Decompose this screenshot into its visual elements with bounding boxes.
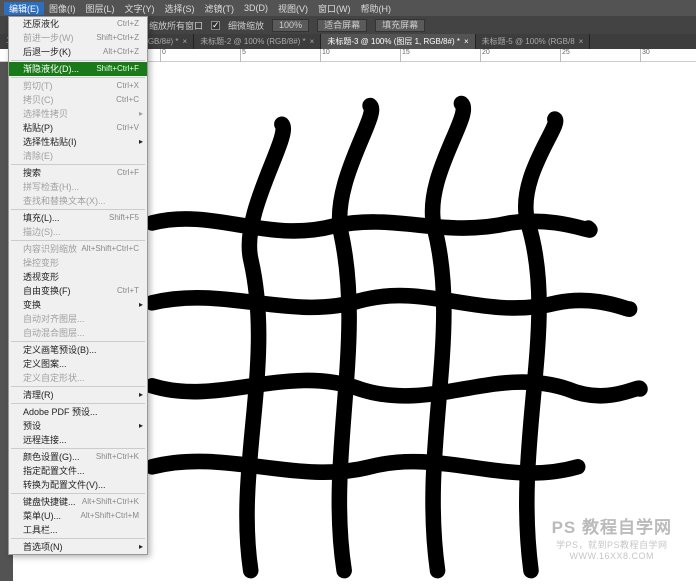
ruler-mark: 20 [480,49,490,62]
checkbox-scrubby-zoom[interactable] [211,21,220,30]
menu-item: 操控变形 [9,256,147,270]
menu-item[interactable]: 渐隐液化(D)...Shift+Ctrl+F [9,62,147,76]
menu-item[interactable]: 清理(R) [9,388,147,402]
menu-item[interactable]: 工具栏... [9,523,147,537]
close-icon[interactable]: × [183,37,188,46]
menu-item: 描边(S)... [9,225,147,239]
ruler-mark: 25 [560,49,570,62]
menu-item[interactable]: 搜索Ctrl+F [9,166,147,180]
ruler-mark: 15 [400,49,410,62]
menu-2[interactable]: 图层(L) [81,2,120,15]
menu-item: 查找和替换文本(X)... [9,194,147,208]
fill-screen-button[interactable]: 填充屏幕 [375,19,425,32]
menu-5[interactable]: 滤镜(T) [200,2,240,15]
menu-item[interactable]: 远程连接... [9,433,147,447]
menu-item[interactable]: 菜单(U)...Alt+Shift+Ctrl+M [9,509,147,523]
menu-item[interactable]: 透视变形 [9,270,147,284]
menu-4[interactable]: 选择(S) [160,2,200,15]
zoom-100-button[interactable]: 100% [272,19,309,32]
ruler-mark: 30 [640,49,650,62]
ruler-mark: 5 [240,49,246,62]
menu-item: 清除(E) [9,149,147,163]
menu-0[interactable]: 编辑(E) [4,2,44,15]
menu-item[interactable]: 自由变换(F)Ctrl+T [9,284,147,298]
menu-item: 选择性拷贝 [9,107,147,121]
menu-item[interactable]: Adobe PDF 预设... [9,405,147,419]
menu-item: 内容识别缩放Alt+Shift+Ctrl+C [9,242,147,256]
fit-screen-button[interactable]: 适合屏幕 [317,19,367,32]
menu-item[interactable]: 颜色设置(G)...Shift+Ctrl+K [9,450,147,464]
menu-item[interactable]: 填充(L)...Shift+F5 [9,211,147,225]
menu-item: 自动对齐图层... [9,312,147,326]
menu-3[interactable]: 文字(Y) [120,2,160,15]
document-tab[interactable]: 未标题-3 @ 100% (图层 1, RGB/8#) *× [321,34,475,49]
menu-item[interactable]: 粘贴(P)Ctrl+V [9,121,147,135]
menu-item[interactable]: 首选项(N) [9,540,147,554]
watermark-sub: 学PS，就到PS教程自学网 [552,538,672,551]
menu-item[interactable]: 还原液化Ctrl+Z [9,17,147,31]
menu-item[interactable]: 转换为配置文件(V)... [9,478,147,492]
watermark: PS 教程自学网 学PS，就到PS教程自学网 WWW.16XX8.COM [552,513,672,561]
menu-item[interactable]: 预设 [9,419,147,433]
ruler-mark: 0 [160,49,166,62]
menu-item[interactable]: 指定配置文件... [9,464,147,478]
menu-9[interactable]: 帮助(H) [356,2,397,15]
edit-menu-dropdown: 还原液化Ctrl+Z前进一步(W)Shift+Ctrl+Z后退一步(K)Alt+… [8,16,148,555]
menu-7[interactable]: 视图(V) [273,2,313,15]
menu-item: 拷贝(C)Ctrl+C [9,93,147,107]
ruler-mark: 10 [320,49,330,62]
menu-8[interactable]: 窗口(W) [313,2,356,15]
menu-item: 剪切(T)Ctrl+X [9,79,147,93]
canvas-area[interactable] [148,62,696,581]
menu-item[interactable]: 键盘快捷键...Alt+Shift+Ctrl+K [9,495,147,509]
menu-item: 拼写检查(H)... [9,180,147,194]
opt-zoom-all: 缩放所有窗口 [149,19,203,32]
menu-bar: 编辑(E)图像(I)图层(L)文字(Y)选择(S)滤镜(T)3D(D)视图(V)… [0,0,696,16]
document-tab[interactable]: 未标题-5 @ 100% (RGB/8× [476,34,591,49]
opt-scrubby-zoom: 细微缩放 [228,19,264,32]
menu-1[interactable]: 图像(I) [44,2,81,15]
menu-item[interactable]: 定义图案... [9,357,147,371]
menu-item[interactable]: 定义画笔预设(B)... [9,343,147,357]
close-icon[interactable]: × [579,37,584,46]
watermark-url: WWW.16XX8.COM [552,551,672,561]
menu-item: 前进一步(W)Shift+Ctrl+Z [9,31,147,45]
menu-item: 定义自定形状... [9,371,147,385]
close-icon[interactable]: × [310,37,315,46]
close-icon[interactable]: × [464,37,469,46]
drawing-content [148,62,696,581]
watermark-title: PS 教程自学网 [552,513,672,538]
menu-item[interactable]: 后退一步(K)Alt+Ctrl+Z [9,45,147,59]
menu-item[interactable]: 变换 [9,298,147,312]
menu-item: 自动混合图层... [9,326,147,340]
document-tab[interactable]: 未标题-2 @ 100% (RGB/8#) *× [194,34,321,49]
menu-6[interactable]: 3D(D) [239,3,273,13]
menu-item[interactable]: 选择性粘贴(I) [9,135,147,149]
